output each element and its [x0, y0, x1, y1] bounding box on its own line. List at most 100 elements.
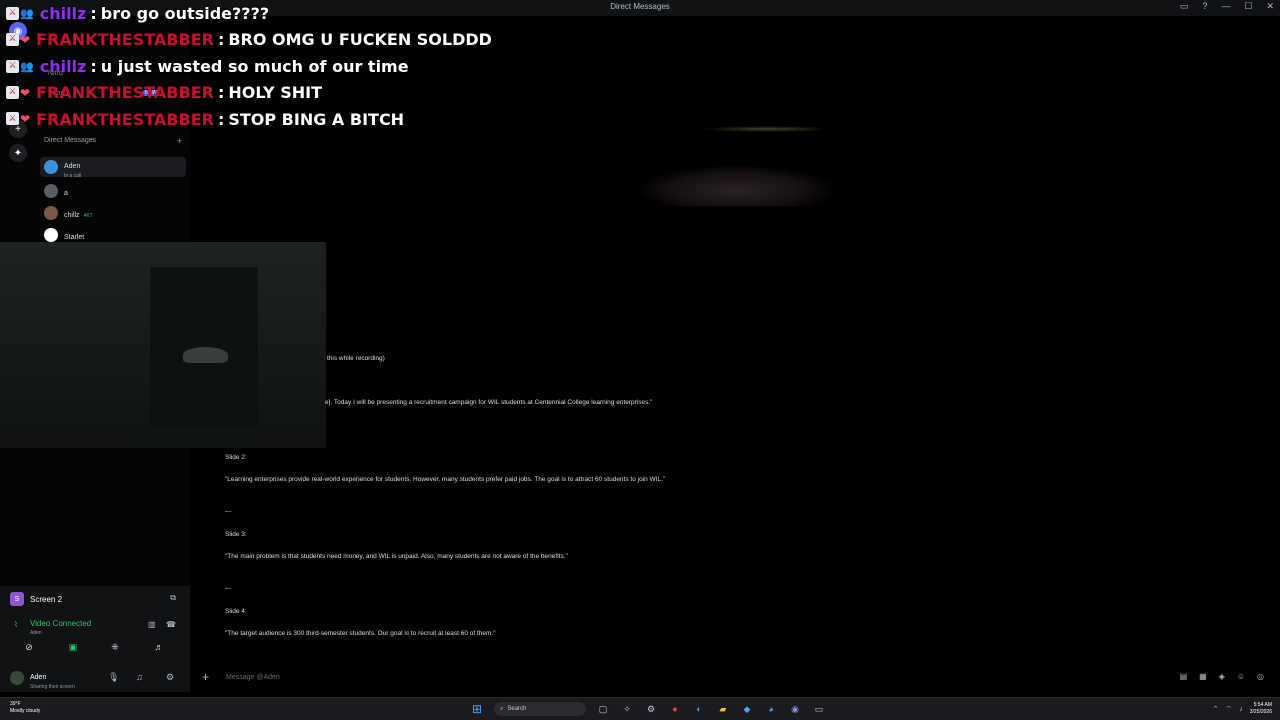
- overlay-chat-line: ⚔ ❤ FRANKTHESTABBER: HOLY SHIT: [6, 80, 566, 107]
- close-button[interactable]: ✕: [1266, 1, 1274, 12]
- dm-header: Direct Messages +: [44, 136, 182, 146]
- overlay-username: FRANKTHESTABBER: [36, 83, 214, 103]
- separator: :: [217, 83, 225, 103]
- dm-item[interactable]: chillz 4KT: [40, 203, 186, 223]
- screen-share-button[interactable]: ▣: [58, 642, 88, 656]
- overlay-message: BRO OMG U FUCKEN SOLDDD: [228, 30, 492, 50]
- message-text: Slide 3:: [225, 531, 247, 538]
- message-text: ---: [225, 585, 232, 592]
- dm-status: In a call: [64, 173, 82, 179]
- user-status: Sharing their screen: [30, 684, 75, 690]
- sword-badge-icon: ⚔: [6, 32, 19, 46]
- overlay-message: bro go outside????: [100, 3, 270, 23]
- message-input[interactable]: Message @Aden: [226, 674, 280, 681]
- taskbar-search[interactable]: ⌕ Search: [494, 702, 586, 716]
- overlay-chat-line: ⚔ 👥 chillz: u just wasted so much of our ti…: [6, 53, 566, 80]
- chrome-icon[interactable]: ●: [668, 702, 682, 716]
- badge-icons: ⚔ ❤: [6, 32, 30, 47]
- settings-icon[interactable]: ⚙: [644, 702, 658, 716]
- edge-icon[interactable]: ◐: [692, 702, 706, 716]
- volume-icon[interactable]: ♪: [1239, 706, 1243, 713]
- attach-button[interactable]: +: [202, 670, 209, 684]
- help-icon[interactable]: ?: [1202, 1, 1207, 12]
- avatar: [44, 206, 58, 220]
- message-text: e]. Today I will be presenting a recruit…: [325, 399, 653, 406]
- badge-icons: ⚔ ❤: [6, 112, 30, 126]
- dm-name: Starlet: [64, 234, 85, 241]
- separator: :: [90, 3, 97, 23]
- avatar: [10, 671, 24, 685]
- apps-icon[interactable]: ◎: [1257, 672, 1264, 681]
- sticker-icon[interactable]: ◈: [1219, 672, 1225, 681]
- app-icon[interactable]: ◆: [740, 702, 754, 716]
- screen-icon: S: [10, 592, 24, 606]
- avatar: [44, 184, 58, 198]
- overlay-chat-line: ⚔ ❤ FRANKTHESTABBER: STOP BING A BITCH: [6, 106, 566, 133]
- sword-badge-icon: ⚔: [6, 112, 19, 126]
- message-text: ---: [225, 508, 232, 515]
- message-text: "Learning enterprises provide real-world…: [225, 476, 666, 483]
- microphone-icon[interactable]: 🎙︎: [108, 672, 119, 683]
- discord-taskbar-icon[interactable]: ◉: [788, 702, 802, 716]
- camera-off-button[interactable]: ⊘: [14, 642, 44, 656]
- taskbar: 39°F Mostly cloudy ⊞ ⌕ Search ▢ ✧ ⚙ ● ◐ …: [0, 697, 1280, 720]
- video-tile[interactable]: [642, 16, 1280, 356]
- headphones-icon[interactable]: ♫: [136, 672, 143, 682]
- voice-channel: Aden: [30, 630, 42, 636]
- file-explorer-icon[interactable]: ▰: [716, 702, 730, 716]
- overlay-message: HOLY SHIT: [228, 83, 322, 103]
- dm-name: chillz: [64, 212, 80, 219]
- emoji-icon[interactable]: ☺: [1237, 672, 1245, 681]
- overlay-username: FRANKTHESTABBER: [36, 30, 214, 50]
- weather-temp: 39°F: [10, 701, 21, 707]
- user-name: Aden: [30, 674, 47, 681]
- guild-tag-badge: 4KT: [83, 213, 93, 219]
- noise-icon[interactable]: ▥: [148, 620, 156, 629]
- discover-button[interactable]: ✦: [9, 144, 27, 162]
- inbox-icon[interactable]: ▭: [1180, 1, 1189, 12]
- weather-desc: Mostly cloudy: [10, 708, 41, 714]
- popout-icon[interactable]: ⧉: [170, 593, 176, 603]
- maximize-button[interactable]: ☐: [1244, 1, 1252, 12]
- dm-item[interactable]: a: [40, 181, 186, 201]
- gif-icon[interactable]: ▦: [1199, 672, 1207, 681]
- heart-badge-icon: ❤: [20, 85, 31, 100]
- gift-icon[interactable]: ▤: [1180, 672, 1188, 681]
- wifi-icon[interactable]: ⌔: [1226, 705, 1233, 714]
- overlay-chat-line: ⚔ ❤ FRANKTHESTABBER: BRO OMG U FUCKEN SOLDD…: [6, 27, 566, 54]
- copilot-icon[interactable]: ✧: [620, 702, 634, 716]
- gear-icon[interactable]: ⚙: [166, 672, 174, 683]
- overlay-message: u just wasted so much of our time: [100, 56, 409, 76]
- chevron-up-icon[interactable]: ⌃: [1213, 705, 1219, 713]
- overlay-username: chillz: [39, 3, 87, 23]
- start-button[interactable]: ⊞: [470, 702, 484, 716]
- overlay-chat-line: ⚔ 👥 chillz: bro go outside????: [6, 0, 566, 27]
- weather-widget[interactable]: 39°F Mostly cloudy: [10, 701, 40, 715]
- voice-status[interactable]: Video Connected: [30, 619, 91, 628]
- soundboard-button[interactable]: ♬: [144, 642, 174, 656]
- people-badge-icon: 👥: [20, 59, 34, 73]
- clock[interactable]: 5:54 AM 3/25/2026: [1250, 702, 1272, 716]
- dm-item[interactable]: Aden In a call: [40, 157, 186, 179]
- webcam-feed: [0, 242, 326, 448]
- disconnect-icon[interactable]: ☎: [166, 620, 176, 629]
- overlay-message: STOP BING A BITCH: [228, 109, 405, 129]
- sword-badge-icon: ⚔: [6, 6, 19, 20]
- avatar: [44, 160, 58, 174]
- dm-name: Aden: [64, 163, 81, 170]
- screen-share-label: S Screen 2: [10, 592, 62, 606]
- task-view-icon[interactable]: ▢: [596, 702, 610, 716]
- browser-icon[interactable]: ◕: [764, 702, 778, 716]
- minimize-button[interactable]: —: [1221, 1, 1230, 12]
- heart-badge-icon: ❤: [20, 112, 31, 127]
- separator: :: [217, 30, 225, 50]
- signal-icon[interactable]: ⌇: [14, 620, 18, 629]
- compass-icon: ✦: [13, 147, 23, 159]
- create-dm-button[interactable]: +: [177, 136, 182, 146]
- overlay-username: chillz: [39, 56, 87, 76]
- activities-button[interactable]: ⁜: [100, 642, 130, 656]
- avatar: [44, 228, 58, 242]
- message-text: Slide 4:: [225, 608, 247, 615]
- user-panel[interactable]: Aden Sharing their screen: [10, 666, 75, 690]
- terminal-icon[interactable]: ▭: [812, 702, 826, 716]
